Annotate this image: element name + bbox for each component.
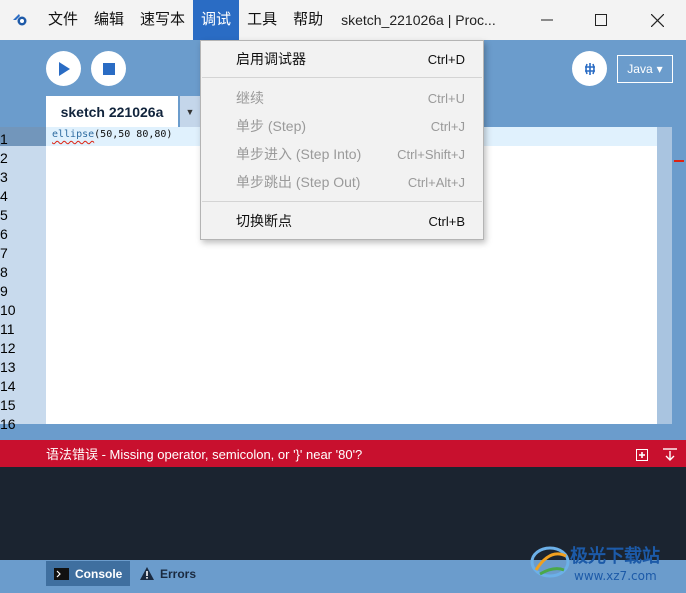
watermark: 极光下载站 www.xz7.com: [528, 540, 686, 590]
line-number[interactable]: 7: [0, 245, 42, 261]
menu-item-step-out[interactable]: 单步跳出 (Step Out) Ctrl+Alt+J: [201, 168, 483, 196]
add-icon: [635, 448, 648, 461]
error-status-bar: 语法错误 - Missing operator, semicolon, or '…: [0, 440, 686, 467]
menu-item-label: 单步进入 (Step Into): [236, 146, 362, 162]
menu-item-shortcut: Ctrl+Alt+J: [407, 174, 465, 190]
watermark-logo-icon: [530, 546, 570, 578]
code-line-1[interactable]: ellipse(50,50 80,80): [52, 129, 172, 140]
line-number[interactable]: 11: [0, 321, 42, 337]
collapse-console-button[interactable]: [662, 446, 678, 462]
line-number[interactable]: 2: [0, 150, 42, 166]
line-number[interactable]: 1: [0, 131, 42, 147]
close-button[interactable]: [630, 0, 684, 40]
run-button[interactable]: [46, 51, 81, 86]
maximize-button[interactable]: [574, 0, 628, 40]
line-number[interactable]: 15: [0, 397, 42, 413]
tab-console[interactable]: Console: [46, 561, 131, 586]
bug-icon: [584, 62, 595, 75]
tab-errors-label: Errors: [160, 566, 197, 581]
arrow-down-icon: [663, 448, 677, 461]
menu-file[interactable]: 文件: [40, 0, 86, 40]
close-icon: [650, 13, 664, 27]
caret-down-icon: ▾: [656, 62, 663, 76]
caret-down-icon: ▼: [185, 106, 195, 117]
menu-item-shortcut: Ctrl+U: [427, 90, 465, 106]
play-icon: [58, 61, 70, 76]
line-number[interactable]: 9: [0, 283, 42, 299]
tab-menu-button[interactable]: ▼: [180, 96, 200, 127]
warning-icon: [140, 567, 154, 580]
maximize-icon: [595, 14, 607, 26]
line-number[interactable]: 14: [0, 378, 42, 394]
code-args: (50,50 80,80): [94, 129, 173, 140]
minimize-icon: [541, 19, 553, 21]
console-icon: [54, 567, 69, 580]
menu-item-step-into[interactable]: 单步进入 (Step Into) Ctrl+Shift+J: [201, 140, 483, 168]
line-number[interactable]: 10: [0, 302, 42, 318]
menu-debug[interactable]: 调试: [193, 0, 240, 40]
error-message: 语法错误 - Missing operator, semicolon, or '…: [46, 447, 363, 462]
tab-errors[interactable]: Errors: [132, 561, 204, 586]
menu-item-label: 启用调试器: [236, 51, 306, 67]
tab-console-label: Console: [75, 566, 123, 581]
stop-icon: [102, 62, 115, 75]
line-number[interactable]: 12: [0, 340, 42, 356]
window-title: sketch_221026a | Proc...: [341, 12, 496, 28]
mode-label: Java: [627, 62, 653, 76]
line-number[interactable]: 4: [0, 188, 42, 204]
debug-menu: 启用调试器 Ctrl+D 继续 Ctrl+U 单步 (Step) Ctrl+J …: [200, 40, 484, 240]
line-number[interactable]: 16: [0, 416, 42, 432]
menu-item-label: 单步 (Step): [236, 118, 307, 134]
menu-separator: [202, 77, 482, 78]
menu-item-label: 单步跳出 (Step Out): [236, 174, 361, 190]
menu-item-label: 切换断点: [236, 213, 292, 229]
menu-item-enable-debugger[interactable]: 启用调试器 Ctrl+D: [201, 45, 483, 73]
line-number[interactable]: 3: [0, 169, 42, 185]
menu-item-shortcut: Ctrl+B: [428, 213, 465, 229]
menu-item-shortcut: Ctrl+J: [430, 118, 465, 134]
menu-item-toggle-breakpoint[interactable]: 切换断点 Ctrl+B: [201, 207, 483, 235]
line-number[interactable]: 8: [0, 264, 42, 280]
menu-item-step[interactable]: 单步 (Step) Ctrl+J: [201, 112, 483, 140]
menu-separator: [202, 201, 482, 202]
menu-item-shortcut: Ctrl+Shift+J: [397, 146, 465, 162]
mode-selector[interactable]: Java ▾: [617, 55, 673, 83]
debug-button[interactable]: [572, 51, 607, 86]
line-number[interactable]: 5: [0, 207, 42, 223]
editor-scrollbar[interactable]: [657, 127, 672, 424]
menu-item-shortcut: Ctrl+D: [427, 51, 465, 67]
code-keyword: ellipse: [52, 129, 95, 140]
watermark-url: www.xz7.com: [574, 569, 657, 583]
menu-sketch[interactable]: 速写本: [132, 0, 193, 40]
line-number[interactable]: 6: [0, 226, 42, 242]
minimize-button[interactable]: [520, 0, 574, 40]
tab-sketch[interactable]: sketch 221026a: [46, 96, 178, 127]
menu-help[interactable]: 帮助: [285, 0, 331, 40]
menu-tools[interactable]: 工具: [239, 0, 285, 40]
line-number[interactable]: 13: [0, 359, 42, 375]
menu-item-continue[interactable]: 继续 Ctrl+U: [201, 84, 483, 112]
stop-button[interactable]: [91, 51, 126, 86]
menu-edit[interactable]: 编辑: [86, 0, 132, 40]
copy-error-button[interactable]: [635, 446, 651, 462]
processing-app-icon[interactable]: [0, 0, 40, 40]
menu-item-label: 继续: [236, 90, 264, 106]
error-marker[interactable]: [674, 160, 684, 162]
watermark-brand: 极光下载站: [570, 545, 660, 567]
